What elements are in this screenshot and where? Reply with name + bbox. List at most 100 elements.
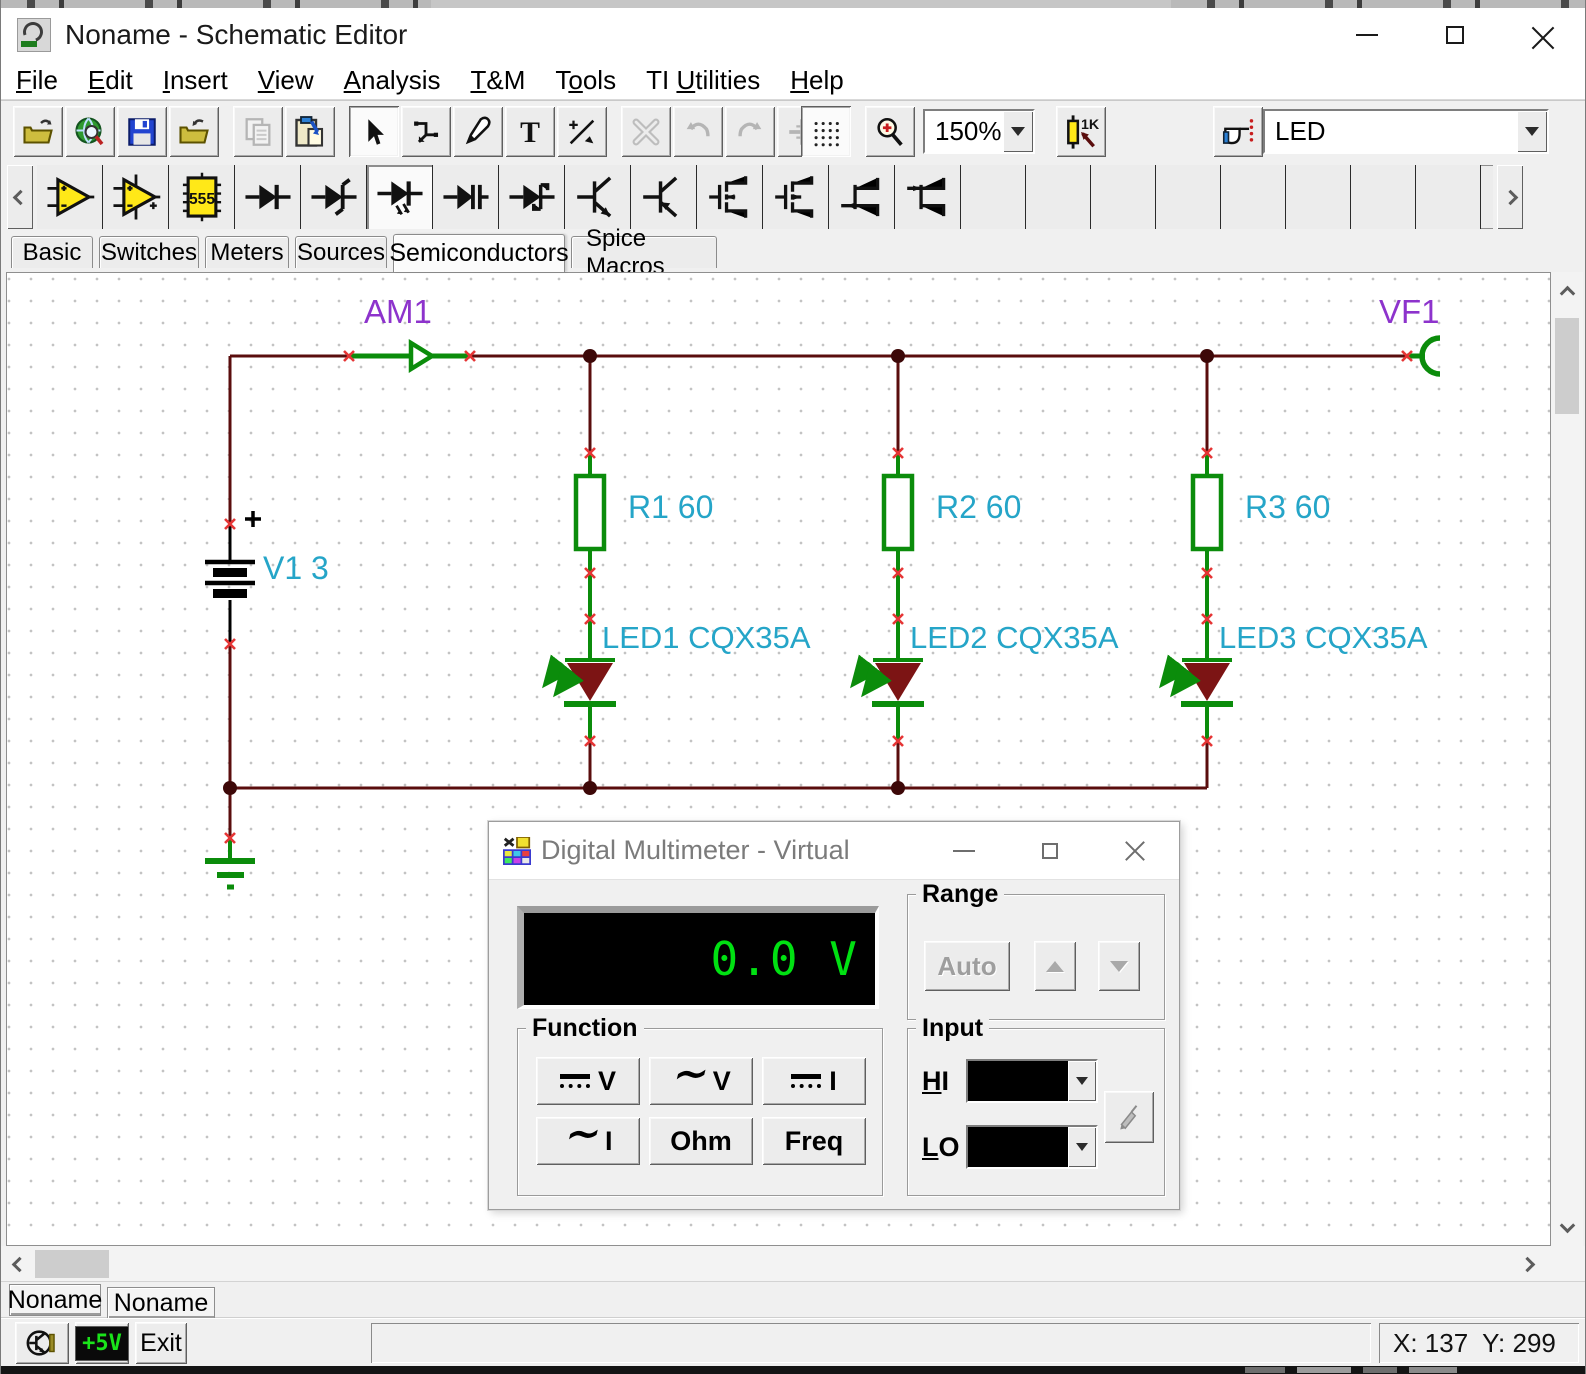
ground-symbol[interactable] [205, 838, 255, 887]
hi-input-combo[interactable] [966, 1059, 1098, 1103]
tab-basic[interactable]: Basic [11, 236, 93, 268]
tab-semiconductors[interactable]: Semiconductors [393, 234, 565, 272]
doc-tab-noname-2[interactable]: Noname [107, 1287, 215, 1319]
ac-current-button[interactable]: I [536, 1117, 640, 1165]
multimeter-close-button[interactable] [1093, 822, 1179, 879]
component-pmos-transistor-button[interactable] [763, 165, 829, 229]
multimeter-maximize-button[interactable] [1007, 822, 1093, 879]
component-led-button[interactable] [367, 165, 433, 229]
component-filter-combo[interactable]: LED [1263, 109, 1549, 154]
multimeter-title-bar[interactable]: Digital Multimeter - Virtual [489, 822, 1179, 880]
component-diode-button[interactable] [235, 165, 301, 229]
voltage-pin-symbol[interactable] [1407, 338, 1440, 374]
menu-item-ti-utilities[interactable]: TI Utilities [631, 65, 775, 96]
component-varicap-diode-button[interactable] [433, 165, 499, 229]
zoom-tool-button[interactable] [865, 106, 915, 157]
component-filter-dropdown-button[interactable] [1517, 111, 1547, 152]
text-tool-button[interactable]: T [505, 106, 555, 157]
component-opamp-power-button[interactable] [103, 165, 169, 229]
tab-meters[interactable]: Meters [205, 236, 289, 268]
menu-item-t-and-m[interactable]: T&M [455, 65, 540, 96]
open-from-web-button[interactable] [65, 106, 115, 157]
tab-sources[interactable]: Sources [295, 236, 387, 268]
open-macro-button[interactable] [169, 106, 219, 157]
range-auto-button[interactable]: Auto [924, 941, 1010, 991]
undo-button[interactable] [673, 106, 723, 157]
column-r3-led3[interactable] [1164, 356, 1233, 788]
save-button[interactable] [117, 106, 167, 157]
ammeter-symbol[interactable] [349, 343, 470, 369]
component-scroll-right-button[interactable] [1497, 165, 1523, 229]
copy-button[interactable] [233, 106, 283, 157]
scroll-right-button[interactable] [1511, 1246, 1543, 1282]
diode-icon [242, 171, 294, 223]
range-down-button[interactable] [1098, 941, 1140, 991]
component-zener-diode-button[interactable] [301, 165, 367, 229]
range-up-button[interactable] [1034, 941, 1076, 991]
zoom-level-combo[interactable]: 150% [923, 109, 1035, 154]
menu-item-view[interactable]: View [243, 65, 329, 96]
wire-tool-button[interactable] [401, 106, 451, 157]
transistor-status-icon [25, 1326, 59, 1360]
ac-voltage-button[interactable]: V [649, 1057, 753, 1105]
hi-input-value [968, 1061, 1068, 1101]
pencil-tool-button[interactable] [453, 106, 503, 157]
component-nmos-transistor-button[interactable] [697, 165, 763, 229]
battery-symbol[interactable] [205, 511, 261, 644]
column-r2-led2[interactable] [855, 356, 924, 788]
hi-dropdown-button[interactable] [1068, 1061, 1096, 1101]
menu-item-help[interactable]: Help [775, 65, 858, 96]
maximize-button[interactable] [1411, 8, 1499, 62]
tab-switches[interactable]: Switches [99, 236, 199, 268]
component-pjfet-transistor-button[interactable] [895, 165, 961, 229]
lo-dropdown-button[interactable] [1068, 1127, 1096, 1167]
component-mode-button[interactable] [15, 1322, 69, 1364]
component-scroll-left-button[interactable] [7, 165, 33, 229]
tab-spice-macros[interactable]: Spice Macros [571, 236, 717, 268]
paste-button[interactable] [285, 106, 335, 157]
scroll-up-button[interactable] [1551, 278, 1583, 308]
delete-button[interactable] [621, 106, 671, 157]
grid-toggle-button[interactable] [801, 106, 851, 157]
multimeter-minimize-button[interactable] [921, 822, 1007, 879]
vertical-scroll-thumb[interactable] [1555, 318, 1579, 414]
close-button[interactable] [1499, 8, 1586, 62]
lo-input-combo[interactable] [966, 1125, 1098, 1169]
wire-icon [409, 115, 443, 149]
horizontal-scrollbar[interactable] [1, 1246, 1586, 1282]
dc-current-button[interactable]: I [762, 1057, 866, 1105]
scroll-down-button[interactable] [1551, 1210, 1583, 1240]
ohm-button[interactable]: Ohm [649, 1117, 753, 1165]
scroll-left-button[interactable] [3, 1246, 35, 1282]
dimension-tool-button[interactable] [557, 106, 607, 157]
component-schottky-diode-button[interactable] [499, 165, 565, 229]
open-file-button[interactable] [13, 106, 63, 157]
exit-button[interactable]: Exit [135, 1322, 187, 1364]
probe-button[interactable] [1104, 1091, 1154, 1143]
dc-voltage-button[interactable]: V [536, 1057, 640, 1105]
component-npn-transistor-button[interactable] [565, 165, 631, 229]
menu-item-analysis[interactable]: Analysis [329, 65, 456, 96]
menu-item-file[interactable]: File [1, 65, 73, 96]
column-r1-led1[interactable] [547, 356, 616, 788]
menu-item-insert[interactable]: Insert [148, 65, 243, 96]
freq-button[interactable]: Freq [762, 1117, 866, 1165]
multimeter-dialog[interactable]: Digital Multimeter - Virtual 0.0 V Range… [488, 821, 1180, 1210]
point-to-component-button[interactable] [1213, 106, 1263, 157]
power-button[interactable]: +5V [75, 1322, 129, 1364]
component-njfet-transistor-button[interactable] [829, 165, 895, 229]
select-cursor-button[interactable] [349, 106, 399, 157]
vertical-scrollbar[interactable] [1551, 272, 1583, 1246]
redo-button[interactable] [725, 106, 775, 157]
menu-item-tools[interactable]: Tools [540, 65, 631, 96]
component-opamp-button[interactable] [37, 165, 103, 229]
zoom-dropdown-button[interactable] [1003, 111, 1033, 152]
doc-tab-noname-1[interactable]: Noname [9, 1284, 101, 1316]
horizontal-scroll-thumb[interactable] [35, 1250, 109, 1278]
component-pnp-transistor-button[interactable] [631, 165, 697, 229]
component-555-timer-button[interactable]: 555 [169, 165, 235, 229]
component-value-tool-button[interactable]: 1K [1056, 106, 1106, 157]
minimize-button[interactable] [1323, 8, 1411, 62]
menu-item-edit[interactable]: Edit [73, 65, 148, 96]
chevron-down-icon [1011, 127, 1025, 136]
